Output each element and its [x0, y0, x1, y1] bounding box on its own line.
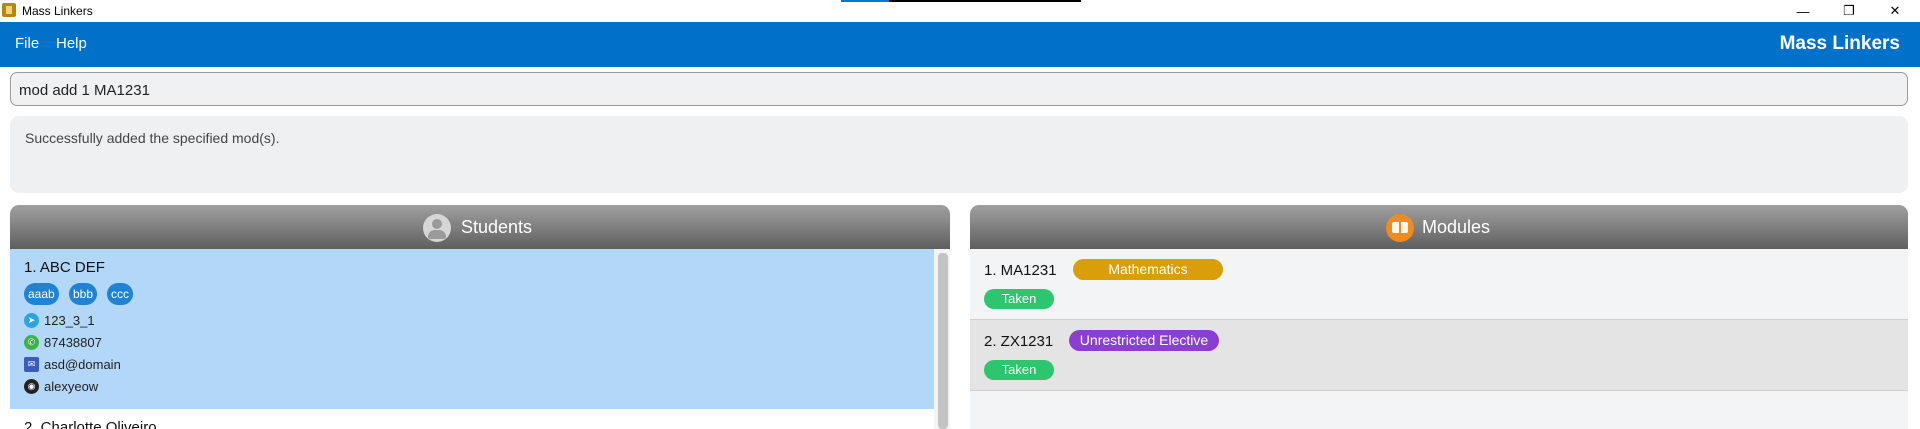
- scrollbar-thumb[interactable]: [938, 253, 948, 429]
- students-scrollbar[interactable]: [934, 249, 950, 429]
- email-address: asd@domain: [44, 357, 121, 372]
- command-input[interactable]: mod add 1 MA1231: [10, 72, 1908, 106]
- github-username: alexyeow: [44, 379, 99, 394]
- modules-list[interactable]: 1. MA1231 Mathematics Taken 2. ZX1231 Un…: [970, 249, 1908, 429]
- taken-badge: Taken: [984, 360, 1054, 380]
- phone-number: 87438807: [44, 335, 102, 350]
- module-category-badge: Mathematics: [1073, 259, 1223, 280]
- student-tag: ccc: [107, 283, 133, 305]
- book-icon: [1386, 214, 1414, 242]
- result-message: Successfully added the specified mod(s).: [25, 130, 280, 146]
- student-tag: aaab: [24, 283, 59, 305]
- student-tag: bbb: [69, 283, 98, 305]
- module-category-badge: Unrestricted Elective: [1069, 330, 1219, 351]
- minimize-button[interactable]: —: [1780, 0, 1826, 22]
- menu-file[interactable]: File: [15, 35, 39, 52]
- restore-button[interactable]: ❐: [1826, 0, 1872, 22]
- modules-panel: Modules 1. MA1231 Mathematics Taken 2. Z…: [970, 205, 1908, 429]
- command-text: mod add 1 MA1231: [19, 82, 150, 99]
- module-code: 2. ZX1231: [984, 333, 1054, 350]
- modules-header: Modules: [970, 205, 1908, 249]
- brand-title: Mass Linkers: [1779, 33, 1900, 54]
- student-name: 2. Charlotte Oliveiro: [24, 419, 157, 429]
- students-panel: Students 1. ABC DEF aaab bbb ccc ➤ 123_3…: [10, 205, 950, 429]
- student-name: 1. ABC DEF: [24, 259, 105, 276]
- students-title: Students: [461, 217, 533, 237]
- module-card[interactable]: 2. ZX1231 Unrestricted Elective Taken: [970, 320, 1908, 391]
- phone-icon: ✆: [24, 335, 39, 350]
- students-header: Students: [10, 205, 950, 249]
- close-button[interactable]: ✕: [1872, 0, 1918, 22]
- telegram-handle: 123_3_1: [44, 313, 95, 328]
- menu-help[interactable]: Help: [56, 35, 87, 52]
- github-icon: ◉: [24, 379, 39, 394]
- taken-badge: Taken: [984, 289, 1054, 309]
- module-card[interactable]: 1. MA1231 Mathematics Taken: [970, 249, 1908, 320]
- student-card[interactable]: 1. ABC DEF aaab bbb ccc ➤ 123_3_1 ✆ 8743…: [10, 249, 934, 409]
- focus-indicator: [841, 0, 1081, 2]
- title-bar: Mass Linkers — ❐ ✕: [0, 0, 1920, 22]
- module-code: 1. MA1231: [984, 262, 1057, 279]
- result-display: Successfully added the specified mod(s).: [10, 116, 1908, 193]
- email-icon: ✉: [24, 357, 39, 372]
- person-icon: [423, 214, 451, 242]
- telegram-icon: ➤: [24, 313, 39, 328]
- students-list[interactable]: 1. ABC DEF aaab bbb ccc ➤ 123_3_1 ✆ 8743…: [10, 249, 950, 429]
- menu-bar: File Help Mass Linkers: [0, 22, 1920, 67]
- window-title: Mass Linkers: [22, 4, 93, 18]
- app-icon: [2, 3, 16, 17]
- student-card[interactable]: 2. Charlotte Oliveiro: [10, 409, 934, 429]
- modules-title: Modules: [1422, 217, 1491, 237]
